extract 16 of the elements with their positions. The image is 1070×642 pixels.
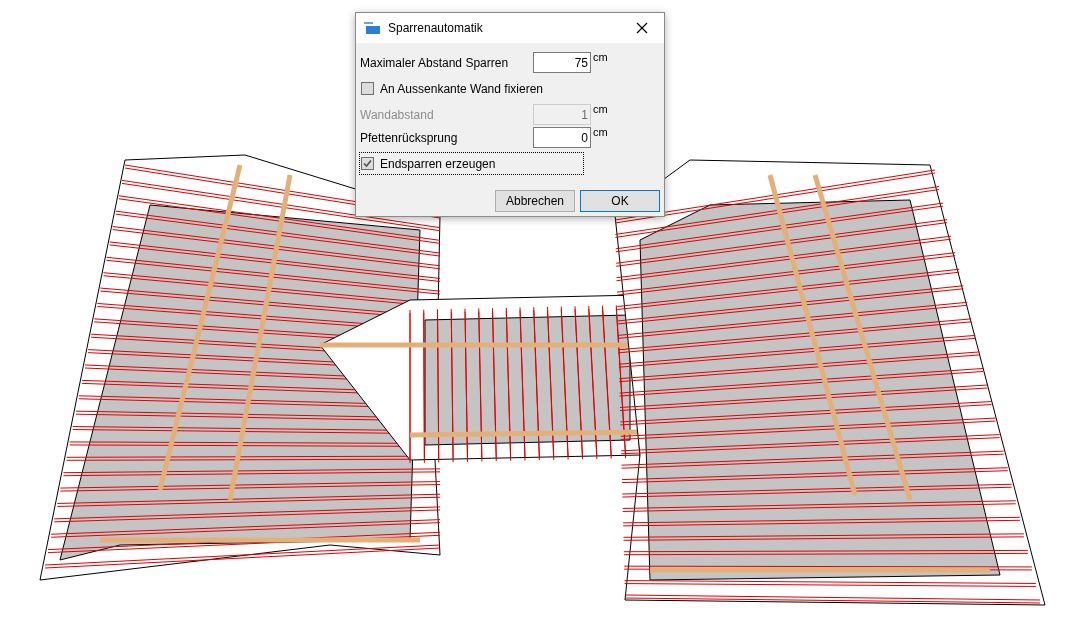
unit-label: cm [593,51,608,63]
field-label: Pfettenrücksprung [360,130,459,145]
field-label: Wandabstand [360,107,435,122]
checkbox[interactable] [361,157,374,170]
checkbox-option[interactable]: An Aussenkante Wand fixieren [360,78,583,99]
unit-label: cm [593,103,608,115]
ok-button[interactable]: OK [580,190,660,212]
number-field[interactable]: 0 [533,127,591,148]
number-field[interactable]: 75 [533,52,591,73]
checkbox[interactable] [361,82,374,95]
cancel-button[interactable]: Abbrechen [495,190,575,212]
unit-label: cm [593,126,608,138]
dialog-title: Sparrenautomatik [388,21,484,35]
checkbox-option[interactable]: Endsparren erzeugen [360,153,583,174]
field-label: Maximaler Abstand Sparren [360,55,510,70]
app-logo-icon [364,22,380,34]
